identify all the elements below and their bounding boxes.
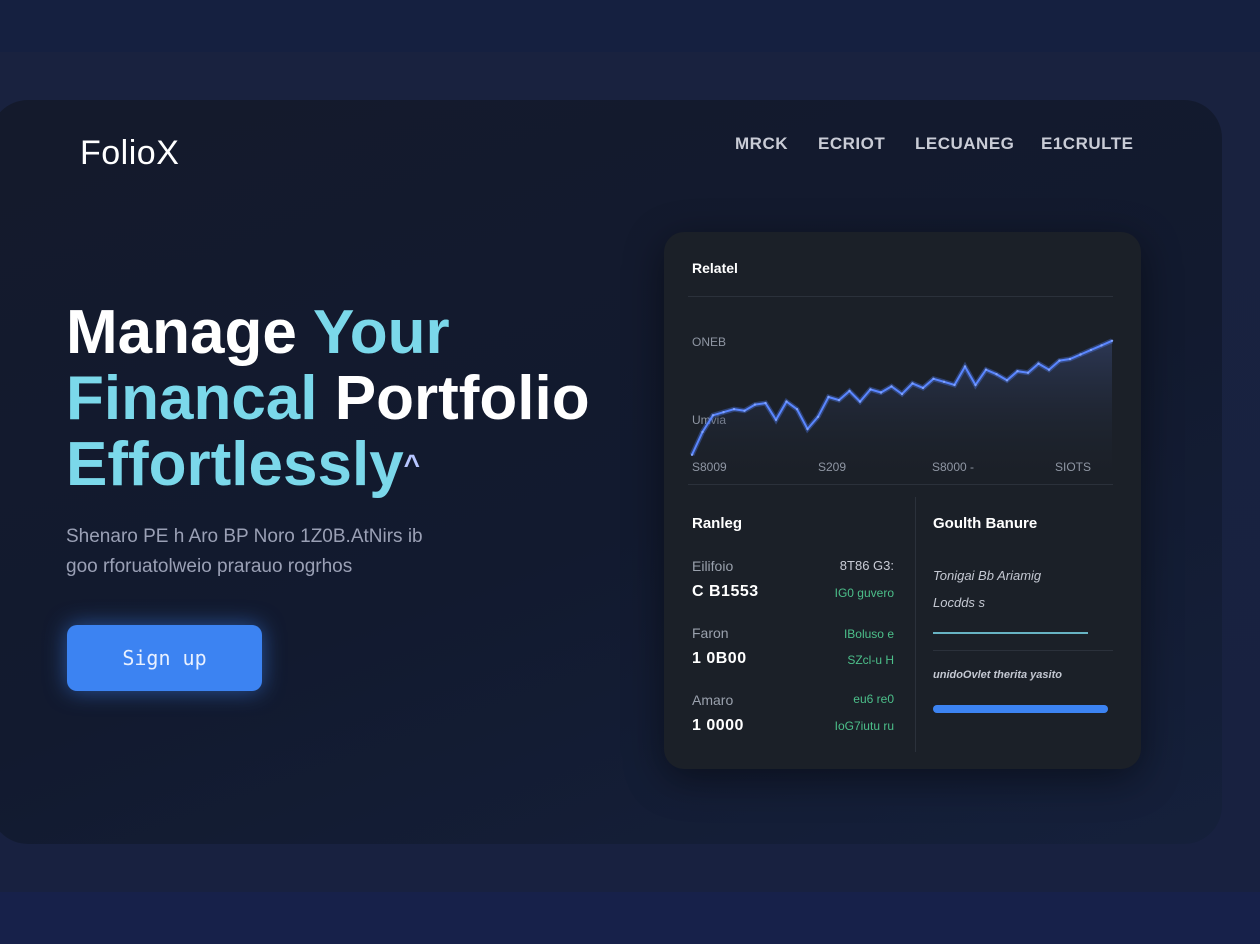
chart-point xyxy=(963,365,967,368)
sign-up-button[interactable]: Sign up xyxy=(67,625,262,691)
holding-change: IG0 guvero xyxy=(834,586,894,600)
chart-point xyxy=(879,391,883,394)
holding-change: IBoluso e xyxy=(843,627,894,641)
chart-point xyxy=(711,414,715,417)
goal-progress-bar xyxy=(933,705,1108,713)
nav-item-3[interactable]: LECUANEG xyxy=(915,134,1014,154)
chart-point xyxy=(827,395,830,399)
top-band xyxy=(0,0,1260,52)
chart-point xyxy=(890,385,893,388)
chart-point xyxy=(1058,359,1061,362)
chart-point xyxy=(1110,339,1114,342)
sparkle-icon: ^ xyxy=(403,449,421,480)
chart-point xyxy=(911,382,914,385)
chart-point xyxy=(974,383,977,387)
right-panel-line: Locdds s xyxy=(933,595,986,610)
subtext-line: Shenaro PE h Aro BP Noro 1Z0B.AtNirs ib xyxy=(66,526,423,547)
chart-point xyxy=(816,415,820,418)
vertical-divider xyxy=(915,497,916,752)
chart-point xyxy=(774,418,778,421)
holding-label: Eilifoio xyxy=(692,558,734,574)
holding-value: 1 0B00 xyxy=(692,650,747,667)
divider xyxy=(688,484,1113,485)
holding-change: IoG7iutu ru xyxy=(834,719,894,733)
dashboard-card: Relatel ONEB Umvia S8009 S209 S8000 - SI… xyxy=(664,232,1141,769)
right-panel-caption: unidoOvlet therita yasito xyxy=(933,669,1062,681)
chart-point xyxy=(795,408,799,411)
chart-point xyxy=(942,380,946,383)
chart-point xyxy=(869,388,872,391)
chart-point xyxy=(690,453,694,456)
chart-point xyxy=(764,401,767,405)
chart-x-tick: S209 xyxy=(818,460,847,474)
goal-progress-fill xyxy=(933,705,1108,713)
portfolio-line-chart xyxy=(689,338,1114,480)
headline-accent-word: Financal xyxy=(66,364,318,433)
chart-point xyxy=(1005,379,1009,382)
holding-value: C B1553 xyxy=(692,583,759,600)
chart-point xyxy=(743,409,746,412)
headline-accent-word: Your xyxy=(312,298,450,367)
accent-underline xyxy=(933,632,1088,634)
subtext-line: goo rforuatolweio prarauo rogrhos xyxy=(66,556,353,577)
chart-point xyxy=(701,430,704,434)
headline-accent-word: Effortlessly xyxy=(66,430,404,499)
chart-point xyxy=(1016,370,1019,373)
right-panel-title: Goulth Banure xyxy=(933,515,1038,532)
divider xyxy=(933,650,1113,651)
chart-point xyxy=(1037,362,1040,365)
brand-logo[interactable]: FolioX xyxy=(80,134,179,173)
chart-point xyxy=(858,400,862,403)
holding-label: Amaro xyxy=(692,692,734,708)
nav-item-2[interactable]: ECRIOT xyxy=(818,134,885,154)
chart-point xyxy=(1079,353,1082,356)
chart-point xyxy=(753,403,757,406)
chart-point xyxy=(1047,368,1051,371)
right-panel-line: Tonigai Bb Ariamig xyxy=(933,568,1042,583)
chart-point xyxy=(785,400,788,403)
top-nav: MRCK ECRIOT LECUANEG E1CRULTE xyxy=(700,134,1133,158)
bottom-band xyxy=(0,892,1260,944)
chart-point xyxy=(995,373,998,376)
chart-x-tick: S8000 - xyxy=(932,460,975,474)
chart-point xyxy=(837,398,841,402)
chart-point xyxy=(806,427,809,431)
chart-point xyxy=(1089,348,1093,352)
chart-point xyxy=(900,392,904,396)
holding-label: Faron xyxy=(692,625,729,641)
headline-word: Portfolio xyxy=(334,364,590,433)
divider xyxy=(688,296,1113,297)
hero-subtext: Shenaro PE h Aro BP Noro 1Z0B.AtNirs ib … xyxy=(66,522,486,582)
chart-point xyxy=(953,383,956,387)
chart-point xyxy=(984,368,988,371)
chart-point xyxy=(848,389,851,393)
chart-point xyxy=(921,386,925,390)
chart-point xyxy=(932,377,935,380)
chart-point xyxy=(1100,344,1103,347)
holding-amount: 8T86 G3: xyxy=(839,558,894,573)
chart-point xyxy=(1068,357,1072,361)
chart-area xyxy=(692,340,1112,480)
chart-point xyxy=(732,408,736,411)
chart-x-tick: S8009 xyxy=(692,460,727,474)
nav-item-4[interactable]: E1CRULTE xyxy=(1041,134,1133,154)
chart-point xyxy=(722,411,725,414)
holding-change: SZcl-u H xyxy=(847,653,894,667)
hero-headline: Manage Your Financal Portfolio Effortles… xyxy=(66,300,626,498)
chart-point xyxy=(1026,371,1030,374)
headline-word: Manage xyxy=(66,298,297,367)
holding-value: 1 0000 xyxy=(692,717,744,734)
holding-change: eu6 re0 xyxy=(853,692,894,706)
dashboard-title: Relatel xyxy=(692,260,738,276)
chart-x-tick: SIOTS xyxy=(1055,460,1092,474)
nav-item-1[interactable]: MRCK xyxy=(735,134,788,154)
left-panel-title: Ranleg xyxy=(692,515,743,532)
